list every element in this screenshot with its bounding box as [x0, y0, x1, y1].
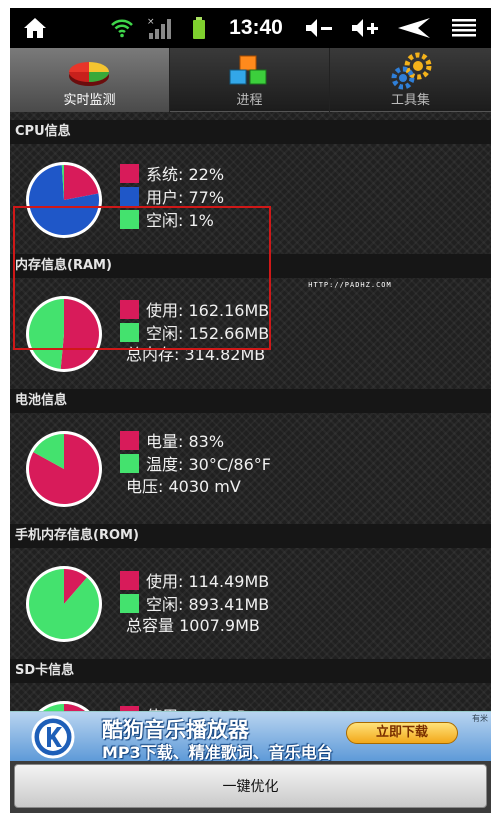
- cpu-user-label: 用户: 77%: [146, 188, 225, 207]
- cpu-user-row: 用户: 77%: [120, 185, 224, 207]
- battery-section-header: 电池信息: [10, 389, 491, 413]
- volume-down-icon[interactable]: [302, 8, 336, 48]
- tab-label: 工具集: [390, 93, 430, 108]
- rom-total-label: 总容量 1007.9MB: [126, 616, 260, 635]
- cpu-section-header: CPU信息: [10, 120, 491, 144]
- rom-pie-chart: [26, 566, 102, 642]
- legend-swatch: [120, 593, 139, 613]
- rom-used-label: 使用: 114.49MB: [146, 572, 270, 591]
- tab-label: 实时监测: [63, 93, 116, 108]
- rom-free-row: 空闲: 893.41MB: [120, 592, 269, 614]
- signal-icon: ×: [144, 8, 174, 48]
- ad-tag: 有米: [472, 714, 488, 723]
- pie-slice: [28, 569, 100, 639]
- menu-icon[interactable]: [448, 8, 480, 48]
- battery-temperature-row: 温度: 30°C/86°F: [120, 452, 271, 474]
- tab-tools[interactable]: 工具集: [330, 48, 491, 112]
- tab-label: 进程: [236, 93, 263, 108]
- ad-download-button[interactable]: 立即下载: [346, 722, 458, 744]
- svg-text:×: ×: [147, 17, 155, 27]
- back-icon[interactable]: [394, 8, 434, 48]
- sd-section-header: SD卡信息: [10, 659, 491, 683]
- wifi-icon: [108, 8, 136, 48]
- battery-level-row: 电量: 83%: [120, 429, 224, 451]
- rom-section-header: 手机内存信息(ROM): [10, 524, 491, 548]
- volume-up-icon[interactable]: [348, 8, 382, 48]
- home-icon[interactable]: [20, 8, 50, 48]
- phone-screen: × 13:40 实时监测 进程 工具集 CPU信息 系统: 22% 用户: 77…: [10, 8, 491, 813]
- clock-time: 13:40: [229, 16, 283, 39]
- tab-realtime-monitor[interactable]: 实时监测: [10, 48, 170, 112]
- status-bar: × 13:40: [10, 8, 491, 48]
- kugou-logo-icon: [31, 715, 75, 759]
- tab-bar: 实时监测 进程 工具集: [10, 48, 491, 112]
- cpu-system-label: 系统: 22%: [146, 165, 225, 184]
- tab-process[interactable]: 进程: [170, 48, 330, 112]
- monitor-content[interactable]: CPU信息 系统: 22% 用户: 77% 空闲: 1% 平板盒子 HTTP:/…: [10, 112, 491, 712]
- cpu-system-row: 系统: 22%: [120, 162, 224, 184]
- cubes-icon: [229, 55, 267, 85]
- battery-icon: [188, 8, 210, 48]
- legend-swatch: [120, 570, 139, 590]
- battery-level-label: 电量: 83%: [146, 432, 225, 451]
- gears-icon: [391, 52, 432, 90]
- highlight-annotation-box: [13, 206, 271, 350]
- one-click-optimize-button[interactable]: 一键优化: [14, 764, 487, 808]
- bottom-bar: 一键优化: [10, 761, 491, 813]
- rom-used-row: 使用: 114.49MB: [120, 569, 269, 591]
- rom-free-label: 空闲: 893.41MB: [146, 595, 270, 614]
- pie-chart-icon: [69, 62, 109, 86]
- legend-swatch: [120, 430, 139, 450]
- watermark-url: HTTP://PADHZ.COM: [308, 281, 392, 289]
- legend-swatch: [120, 453, 139, 473]
- legend-swatch: [120, 163, 139, 183]
- battery-temperature-label: 温度: 30°C/86°F: [146, 455, 271, 474]
- ad-banner[interactable]: 酷狗音乐播放器 MP3下载、精准歌词、音乐电台 立即下载 有米: [10, 711, 491, 761]
- battery-voltage-label: 电压: 4030 mV: [126, 477, 241, 496]
- battery-pie-chart: [26, 431, 102, 507]
- ad-subtitle: MP3下载、精准歌词、音乐电台: [102, 743, 333, 761]
- legend-swatch: [120, 186, 139, 206]
